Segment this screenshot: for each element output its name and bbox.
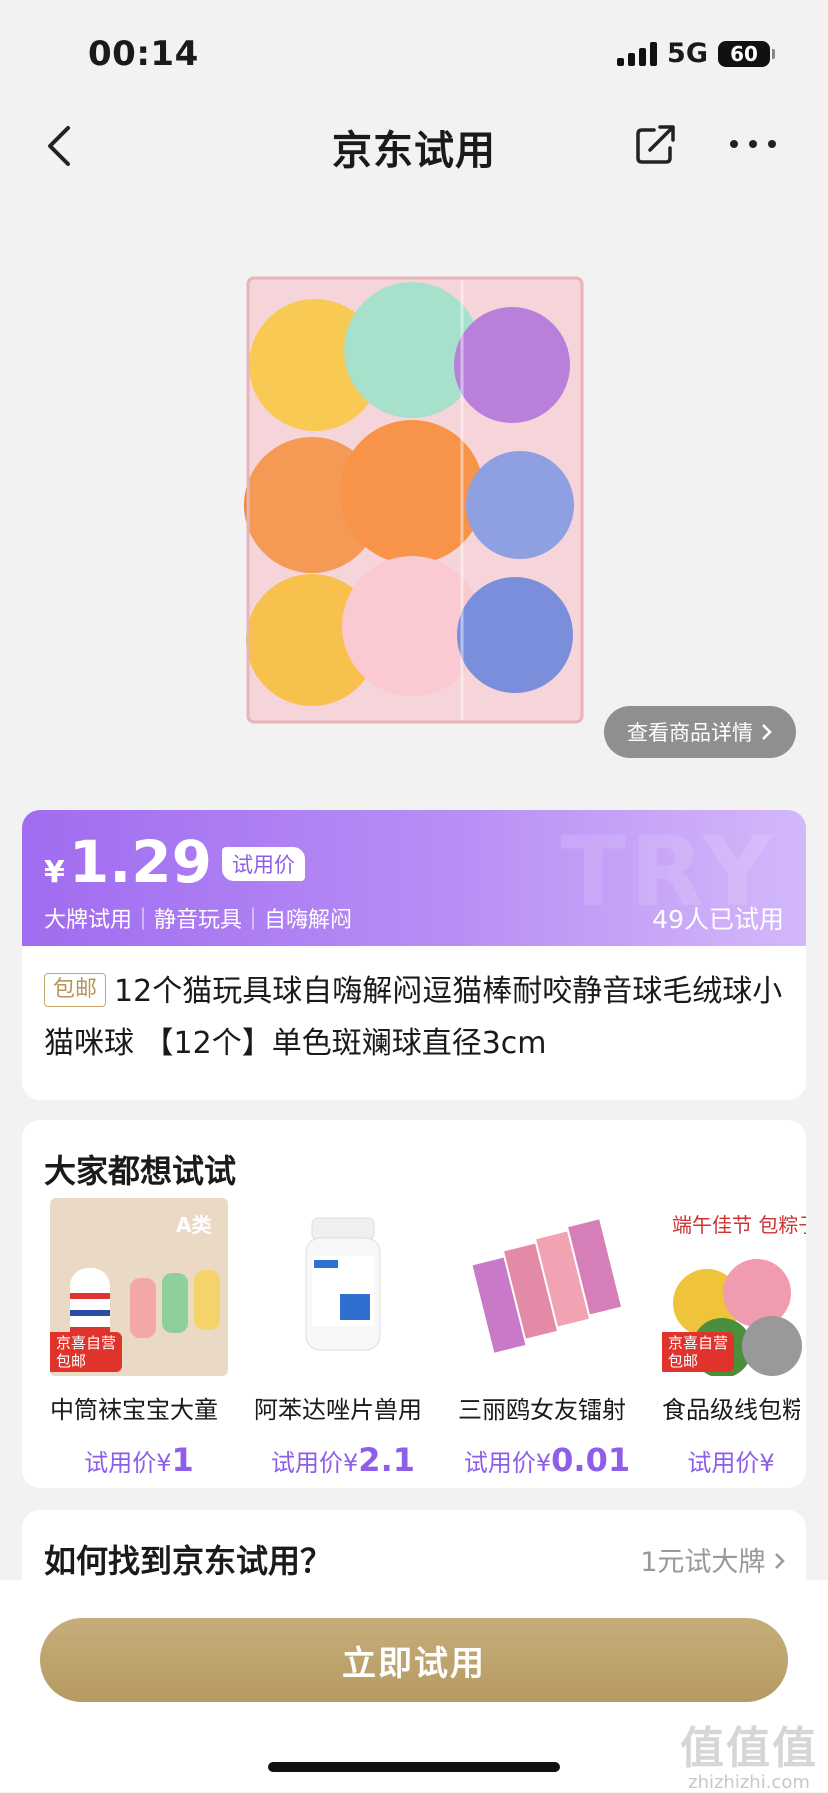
try-now-button[interactable]: 立即试用 bbox=[40, 1618, 788, 1702]
free-shipping-badge: 包邮 bbox=[44, 972, 107, 1007]
recommend-item-price: 试用价¥2.1 bbox=[254, 1441, 432, 1479]
self-operated-badge: 京喜自营 包邮 bbox=[662, 1332, 735, 1372]
price-label: 试用价¥ bbox=[271, 1449, 359, 1477]
recommend-item[interactable]: 阿苯达唑片兽用 试用价¥2.1 bbox=[254, 1198, 444, 1479]
chevron-right-icon bbox=[775, 1553, 785, 1569]
price-symbol: ¥ bbox=[44, 855, 65, 890]
recommend-item-name: 三丽鸥女友镭射 bbox=[458, 1396, 626, 1424]
recommend-item-price: 试用价¥0.01 bbox=[458, 1441, 636, 1479]
product-image[interactable] bbox=[240, 270, 590, 730]
site-watermark-logo: 值值值 bbox=[680, 1723, 818, 1774]
trial-price-tag: 试用价 bbox=[221, 847, 305, 881]
price-card: TRY ¥ 1.29 试用价 大牌试用｜静音玩具｜自嗨解闷 49人已试用 包邮 1… bbox=[22, 810, 806, 1100]
battery-level: 60 bbox=[730, 41, 758, 66]
self-operated-badge: 京喜自营 包邮 bbox=[50, 1332, 123, 1372]
thumb-text: 端午佳节 包粽子 bbox=[672, 1213, 806, 1237]
price-value: 1.29 bbox=[68, 828, 212, 896]
tried-count: 49人已试用 bbox=[652, 905, 784, 934]
battery-icon: 60 bbox=[718, 40, 775, 67]
status-icons: 5G 60 bbox=[617, 38, 775, 69]
status-time: 00:14 bbox=[88, 34, 199, 74]
price-label: 试用价¥ bbox=[687, 1449, 775, 1477]
price-band: TRY ¥ 1.29 试用价 大牌试用｜静音玩具｜自嗨解闷 49人已试用 bbox=[22, 810, 806, 946]
network-type: 5G bbox=[667, 38, 708, 69]
recommend-item-price: 试用价¥1 bbox=[50, 1441, 228, 1479]
chevron-right-icon bbox=[762, 724, 772, 740]
twine-thumbnail: 端午佳节 包粽子 京喜自营 包邮 bbox=[662, 1198, 806, 1376]
howto-title: 如何找到京东试用？ bbox=[44, 1542, 333, 1580]
socks-thumbnail: A类 京喜自营 包邮 bbox=[50, 1198, 228, 1376]
price-label: 试用价¥ bbox=[84, 1449, 172, 1477]
signal-icon bbox=[617, 41, 658, 66]
product-tags: 大牌试用｜静音玩具｜自嗨解闷 bbox=[44, 908, 353, 933]
thumb-text: A类 bbox=[176, 1213, 211, 1237]
site-watermark-url: zhizhizhi.com bbox=[688, 1772, 810, 1793]
badge-line-1: 京喜自营 bbox=[56, 1334, 117, 1352]
recommend-item[interactable]: 三丽鸥女友镭射 试用价¥0.01 bbox=[458, 1198, 648, 1479]
recommend-list[interactable]: A类 京喜自营包邮 中筒袜宝宝大童 试用价¥1 阿苯达唑片兽用 试用价¥2.1 bbox=[22, 1198, 806, 1488]
recommend-item-name: 中筒袜宝宝大童 bbox=[50, 1396, 218, 1424]
price-label: 试用价¥ bbox=[463, 1449, 552, 1477]
recommend-title: 大家都想试试 bbox=[44, 1152, 237, 1190]
view-details-label: 查看商品详情 bbox=[627, 721, 753, 745]
view-details-button[interactable]: 查看商品详情 bbox=[604, 706, 796, 758]
price-value: 2.1 bbox=[358, 1441, 415, 1479]
product-title-text: 12个猫玩具球自嗨解闷逗猫棒耐咬静音球毛绒球小猫咪球 【12个】单色斑斓球直径3… bbox=[44, 974, 783, 1061]
price-value: 0.01 bbox=[551, 1441, 631, 1479]
badge-line-2: 包邮 bbox=[668, 1352, 699, 1370]
more-icon[interactable] bbox=[728, 134, 778, 154]
product-title: 包邮 12个猫玩具球自嗨解闷逗猫棒耐咬静音球毛绒球小猫咪球 【12个】单色斑斓球直… bbox=[44, 966, 784, 1070]
medicine-bottle-thumbnail bbox=[254, 1198, 432, 1376]
recommend-item[interactable]: A类 京喜自营 包邮 中筒袜宝宝大童 试用价¥1 bbox=[50, 1198, 240, 1479]
recommend-item[interactable]: 端午佳节 包粽子 京喜自营包邮 食品级线包粽子 试用价¥ bbox=[662, 1198, 806, 1479]
stickers-thumbnail bbox=[458, 1198, 636, 1376]
recommend-item-name: 阿苯达唑片兽用 bbox=[254, 1396, 422, 1424]
recommend-section: 大家都想试试 A类 京喜自营 包邮 中筒袜宝宝大童 试用价¥1 阿苯达唑片兽用 … bbox=[22, 1120, 806, 1488]
site-watermark: 值值值 zhizhizhi.com bbox=[680, 1712, 818, 1793]
home-indicator[interactable] bbox=[268, 1762, 560, 1772]
page-title: 京东试用 bbox=[332, 128, 496, 174]
howto-link[interactable]: 1元试大牌 bbox=[640, 1540, 786, 1579]
price-value: 1 bbox=[171, 1441, 194, 1479]
badge-line-2: 包邮 bbox=[56, 1352, 87, 1370]
recommend-item-price: 试用价¥ bbox=[662, 1441, 800, 1479]
price-row: ¥ 1.29 试用价 bbox=[44, 828, 305, 896]
share-icon[interactable] bbox=[634, 122, 678, 166]
recommend-item-name: 食品级线包粽子 bbox=[662, 1396, 800, 1424]
howto-link-label: 1元试大牌 bbox=[640, 1547, 766, 1578]
badge-line-1: 京喜自营 bbox=[668, 1334, 729, 1352]
